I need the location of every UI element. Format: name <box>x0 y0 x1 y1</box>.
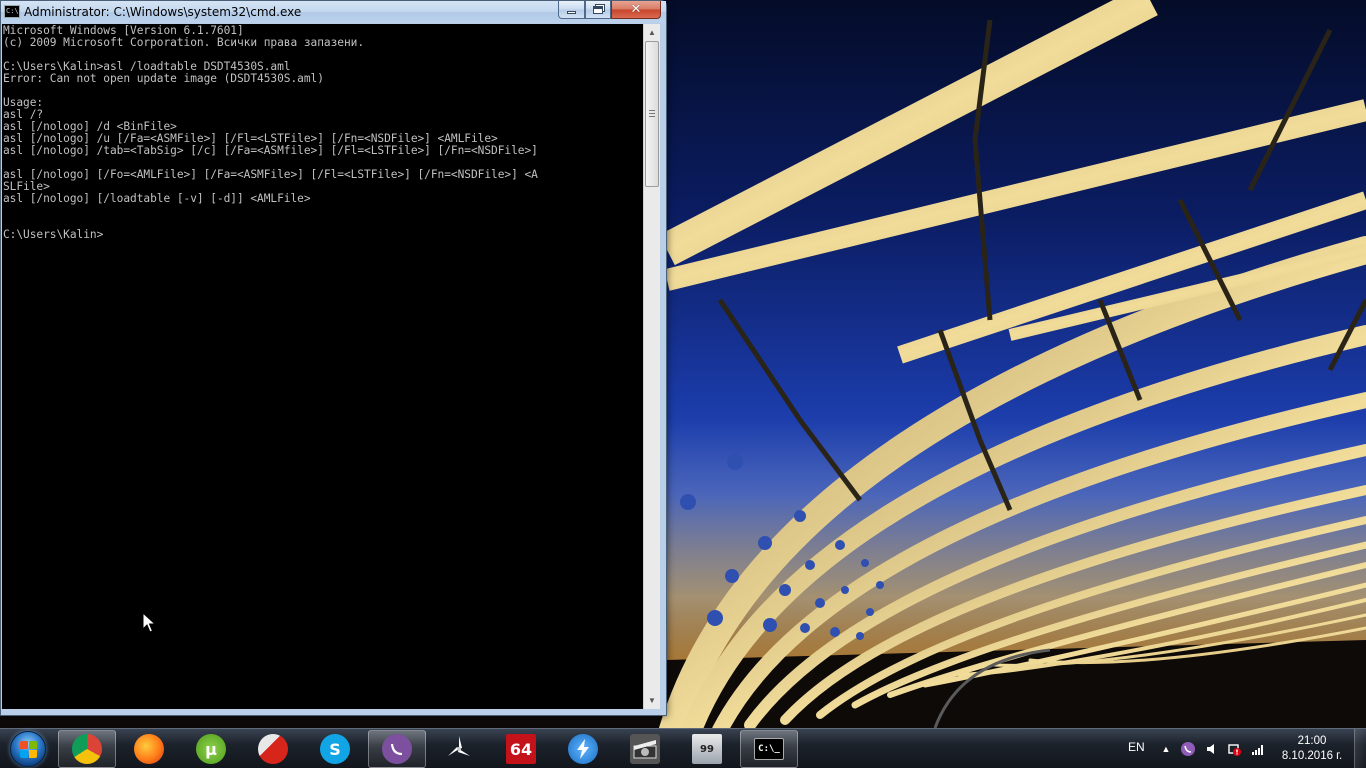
ccleaner-icon <box>258 734 288 764</box>
monitor-icon: 99 <box>692 734 722 764</box>
clock-time: 21:00 <box>1297 735 1327 747</box>
console-line: asl [/nologo] [/loadtable [-v] [-d]] <AM… <box>3 192 311 205</box>
console-output[interactable]: Microsoft Windows [Version 6.1.7601] (c) … <box>2 24 643 709</box>
console-line: asl [/nologo] [/Fo=<AMLFile>] [/Fa=<ASMF… <box>3 168 538 181</box>
firefox-icon <box>134 734 164 764</box>
start-button[interactable] <box>6 730 50 768</box>
viber-icon <box>382 734 412 764</box>
utorrent-icon: µ <box>196 734 226 764</box>
console-text: Microsoft Windows [Version 6.1.7601] (c) … <box>3 25 538 241</box>
close-button[interactable]: ✕ <box>611 1 661 19</box>
mouse-pointer-icon <box>142 612 156 633</box>
minimize-button[interactable] <box>558 1 585 19</box>
volume-icon[interactable] <box>1204 741 1220 757</box>
scrollbar-thumb[interactable] <box>645 41 659 187</box>
show-desktop-button[interactable] <box>1354 729 1366 768</box>
close-icon: ✕ <box>630 2 642 17</box>
taskbar-item-viber[interactable] <box>368 730 426 768</box>
maximize-button[interactable] <box>585 1 611 19</box>
taskbar-item-bolt[interactable] <box>554 730 612 768</box>
taskbar-item-aida64[interactable]: 64 <box>492 730 550 768</box>
viber-tray-icon[interactable] <box>1180 741 1196 757</box>
taskbar: µ S 64 99 C:\_ EN ▲ 21:00 8.10.2016 г. <box>0 728 1366 768</box>
console-line: Error: Can not open update image (DSDT45… <box>3 72 324 85</box>
taskbar-item-skype[interactable]: S <box>306 730 364 768</box>
clock-date: 8.10.2016 г. <box>1281 750 1343 762</box>
console-line: (c) 2009 Microsoft Corporation. Всички п… <box>3 36 365 49</box>
window-titlebar[interactable]: C:\ Administrator: C:\Windows\system32\c… <box>1 1 666 23</box>
cmd-icon: C:\_ <box>754 738 784 760</box>
language-indicator[interactable]: EN <box>1128 740 1145 754</box>
aida64-icon: 64 <box>506 734 536 764</box>
chrome-icon <box>72 734 102 764</box>
taskbar-item-chrome[interactable] <box>58 730 116 768</box>
video-clapper-icon <box>630 734 660 764</box>
signal-icon[interactable] <box>1250 741 1266 757</box>
vertical-scrollbar[interactable]: ▲ ▼ <box>643 24 660 709</box>
pinwheel-icon <box>444 734 474 764</box>
taskbar-item-label: 64 <box>509 739 533 759</box>
scroll-up-arrow-icon[interactable]: ▲ <box>644 24 660 41</box>
console-line: Usage: <box>3 96 44 109</box>
minimize-icon <box>567 11 576 14</box>
taskbar-item-utorrent[interactable]: µ <box>182 730 240 768</box>
cmd-app-icon[interactable]: C:\ <box>4 5 20 18</box>
taskbar-item-ccleaner[interactable] <box>244 730 302 768</box>
window-title: Administrator: C:\Windows\system32\cmd.e… <box>24 5 302 19</box>
taskbar-item-firefox[interactable] <box>120 730 178 768</box>
taskbar-item-label: S <box>329 739 341 759</box>
maximize-icon <box>593 5 603 14</box>
taskbar-item-monitor[interactable]: 99 <box>678 730 736 768</box>
clock[interactable]: 21:00 8.10.2016 г. <box>1272 734 1352 764</box>
taskbar-item-cmd[interactable]: C:\_ <box>740 730 798 768</box>
system-tray: EN ▲ 21:00 8.10.2016 г. <box>1120 729 1366 768</box>
taskbar-item-label: C:\_ <box>758 744 780 754</box>
scroll-down-arrow-icon[interactable]: ▼ <box>644 692 660 709</box>
skype-icon: S <box>320 734 350 764</box>
network-warning-icon[interactable] <box>1226 741 1242 757</box>
taskbar-item-label: 99 <box>700 743 714 755</box>
console-line: C:\Users\Kalin> <box>3 228 104 241</box>
lightning-icon <box>568 734 598 764</box>
scrollbar-grip-icon <box>649 110 655 117</box>
show-hidden-icon[interactable]: ▲ <box>1158 741 1174 757</box>
cmd-window[interactable]: C:\ Administrator: C:\Windows\system32\c… <box>0 0 667 716</box>
windows-logo-icon <box>10 731 46 767</box>
taskbar-item-label: µ <box>205 739 217 759</box>
taskbar-item-pinwheel[interactable] <box>430 730 488 768</box>
console-line: asl [/nologo] /tab=<TabSig> [/c] [/Fa=<A… <box>3 144 538 157</box>
taskbar-item-video[interactable] <box>616 730 674 768</box>
